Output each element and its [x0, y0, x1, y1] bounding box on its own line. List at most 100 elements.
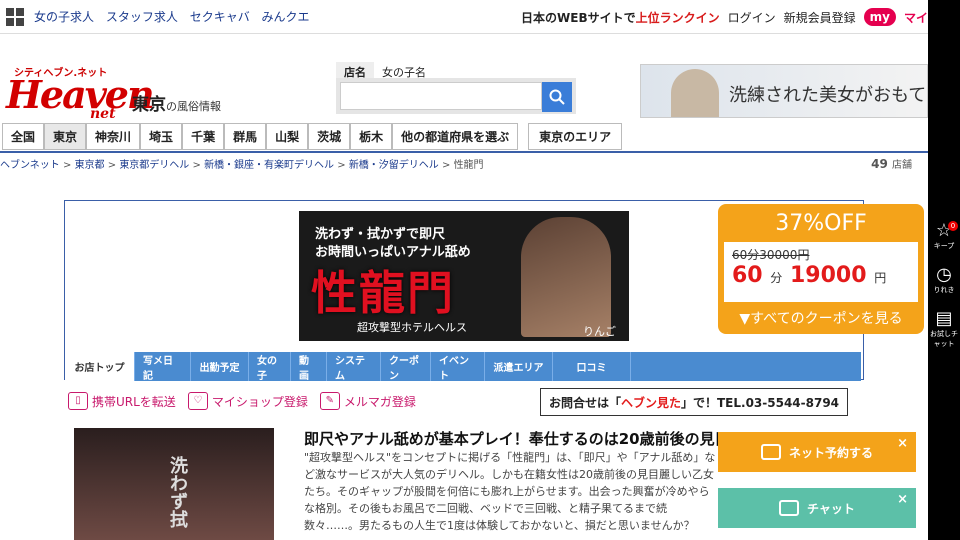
mobile-icon: ▯	[68, 392, 88, 410]
chat-rail-button[interactable]: ▤ お試しチャット	[928, 308, 960, 352]
coupon-body: 60分30000円 60 分 19000 円	[724, 242, 918, 302]
top-link[interactable]: スタッフ求人	[106, 10, 178, 24]
coupon-price-unit: 円	[874, 271, 887, 285]
pref-item[interactable]: 山梨	[266, 122, 309, 150]
breadcrumb-current: 性龍門	[453, 160, 484, 171]
chat-bubble-icon	[779, 500, 800, 516]
top-link[interactable]: 女の子求人	[34, 10, 94, 24]
contact-highlight: ヘブン見た	[620, 395, 681, 410]
calendar-icon	[760, 444, 781, 460]
pref-item[interactable]: 栃木	[350, 122, 393, 150]
top-link[interactable]: みんクエ	[262, 10, 310, 24]
top-right: 日本のWEBサイトで上位ランクイン ログイン 新規会員登録 my マイ	[505, 0, 928, 34]
area-button[interactable]: 東京のエリア	[528, 122, 623, 150]
reserve-button[interactable]: ネット予約する ×	[718, 432, 916, 472]
shop-tab[interactable]: お店トップ	[65, 352, 135, 381]
contact-phone[interactable]: 」で！TEL.03-5544-8794	[681, 394, 839, 411]
top-link[interactable]: セクキャバ	[190, 10, 250, 24]
region-title: 東京の風俗情報	[132, 90, 221, 115]
rank-text: 日本のWEBサイトで上位ランクイン	[513, 9, 720, 26]
grid-menu-icon[interactable]	[6, 7, 24, 26]
shop-count: 49 店舗	[871, 156, 912, 171]
logo-net: net	[90, 106, 116, 122]
region-sub: の風俗情報	[166, 100, 221, 113]
pref-item[interactable]: 茨城	[308, 122, 351, 150]
chat-label: チャット	[807, 501, 855, 516]
breadcrumb: ヘブンネット > 東京都 > 東京都デリヘル > 新橋・銀座・有楽町デリヘル >…	[0, 156, 912, 171]
keep-count-badge: 0	[948, 221, 958, 231]
pref-item[interactable]: 神奈川	[86, 122, 141, 150]
shop-tab[interactable]: 派遣エリア	[485, 352, 553, 381]
my-badge-icon[interactable]: my	[863, 8, 896, 26]
send-url-button[interactable]: ▯ 携帯URLを転送	[68, 392, 176, 410]
pref-item[interactable]: 千葉	[182, 122, 225, 150]
shop-tab[interactable]: 出勤予定	[191, 352, 249, 381]
shop-actions: ▯ 携帯URLを転送 ♡ マイショップ登録 ✎ メルマガ登録	[68, 392, 428, 410]
history-icon: ◷	[936, 264, 952, 285]
prefecture-bar: 全国 東京 神奈川 埼玉 千葉 群馬 山梨 茨城 栃木 他の都道府県を選ぶ 東京…	[0, 121, 928, 153]
banner-text: 洗練された美女がおもて	[729, 85, 927, 106]
chat-button[interactable]: チャット ×	[718, 488, 916, 528]
breadcrumb-item[interactable]: 新橋・汐留デリヘル	[349, 160, 439, 171]
description-title: 即尺やアナル舐めが基本プレイ！奉仕するのは20歳前後の見目麗しい乙女たち！	[304, 430, 724, 448]
contact-prefix: お問合せは「	[548, 395, 621, 410]
hero-subtitle: 超攻撃型ホテルヘルス	[357, 321, 467, 334]
myshop-label: マイショップ登録	[211, 394, 308, 409]
shop-image: 洗わず拭	[74, 428, 274, 540]
close-icon[interactable]: ×	[897, 436, 908, 451]
reserve-label: ネット予約する	[788, 445, 873, 460]
pref-item[interactable]: 群馬	[224, 122, 267, 150]
shop-tab[interactable]: システム	[327, 352, 381, 382]
top-links: 女の子求人 スタッフ求人 セクキャバ みんクエ	[34, 8, 318, 25]
coupon-new-price: 60 分 19000 円	[732, 263, 910, 288]
shop-tab[interactable]: 写メ日記	[135, 352, 191, 382]
header: シティヘブン.ネット Heaven net 東京の風俗情報 店名 女の子名 洗練…	[0, 34, 928, 122]
coupon-box[interactable]: 37%OFF 60分30000円 60 分 19000 円 ▼すべてのクーポンを…	[718, 204, 924, 334]
pref-item-active[interactable]: 東京	[44, 122, 87, 150]
shop-image-text: 洗わず拭	[167, 456, 188, 528]
shop-tab[interactable]: イベント	[431, 352, 485, 382]
mailmag-label: メルマガ登録	[343, 394, 416, 409]
pref-item-other[interactable]: 他の都道府県を選ぶ	[392, 122, 519, 150]
breadcrumb-item[interactable]: 東京都デリヘル	[119, 160, 189, 171]
contact-box: お問合せは「 ヘブン見た 」で！TEL.03-5544-8794	[540, 388, 848, 416]
chat-rail-label: お試しチャット	[930, 330, 958, 348]
hero-girl-name: りんご	[583, 325, 616, 338]
close-icon[interactable]: ×	[897, 492, 908, 507]
heart-icon: ♡	[187, 392, 208, 410]
breadcrumb-item[interactable]: ヘブンネット	[0, 160, 60, 171]
rank-highlight: 上位ランクイン	[635, 10, 720, 25]
site-logo[interactable]: シティヘブン.ネット Heaven net	[4, 62, 155, 122]
coupon-price: 19000	[789, 263, 867, 288]
chat-icon: ▤	[935, 308, 953, 329]
login-link[interactable]: ログイン	[728, 9, 776, 26]
breadcrumb-item[interactable]: 東京都	[75, 160, 105, 171]
history-button[interactable]: ◷ りれき	[928, 264, 960, 308]
banner-photo	[671, 69, 719, 117]
shop-tab[interactable]: 動画	[291, 352, 327, 382]
coupon-all-link[interactable]: ▼すべてのクーポンを見る	[718, 308, 924, 328]
shop-tab[interactable]: 女の子	[249, 352, 291, 382]
shop-nav: お店トップ 写メ日記 出勤予定 女の子 動画 システム クーポン イベント 派遣…	[65, 352, 861, 382]
register-link[interactable]: 新規会員登録	[784, 9, 856, 26]
shop-tab[interactable]: 口コミ	[553, 352, 631, 381]
pref-item[interactable]: 埼玉	[140, 122, 183, 150]
prefecture-list: 全国 東京 神奈川 埼玉 千葉 群馬 山梨 茨城 栃木 他の都道府県を選ぶ	[2, 122, 519, 150]
myshop-button[interactable]: ♡ マイショップ登録	[187, 392, 308, 410]
pref-item[interactable]: 全国	[2, 122, 45, 150]
banner-ad[interactable]: 洗練された美女がおもて	[640, 64, 928, 118]
my-link[interactable]: マイ	[904, 9, 928, 26]
mailmag-button[interactable]: ✎ メルマガ登録	[319, 392, 416, 410]
rail-icons: ☆ キープ ◷ りれき ▤ お試しチャット	[928, 220, 960, 352]
hero-title: 性龍門	[311, 266, 455, 320]
search-input[interactable]	[340, 82, 542, 110]
hero-photo	[521, 217, 611, 337]
breadcrumb-item[interactable]: 新橋・銀座・有楽町デリヘル	[204, 160, 334, 171]
history-label: りれき	[933, 286, 955, 294]
coupon-old-price: 60分30000円	[732, 248, 810, 262]
search-icon	[549, 89, 565, 105]
shop-tab[interactable]: クーポン	[381, 352, 431, 382]
count-unit: 店舗	[892, 160, 912, 171]
search-box	[336, 78, 576, 114]
search-button[interactable]	[542, 82, 572, 112]
